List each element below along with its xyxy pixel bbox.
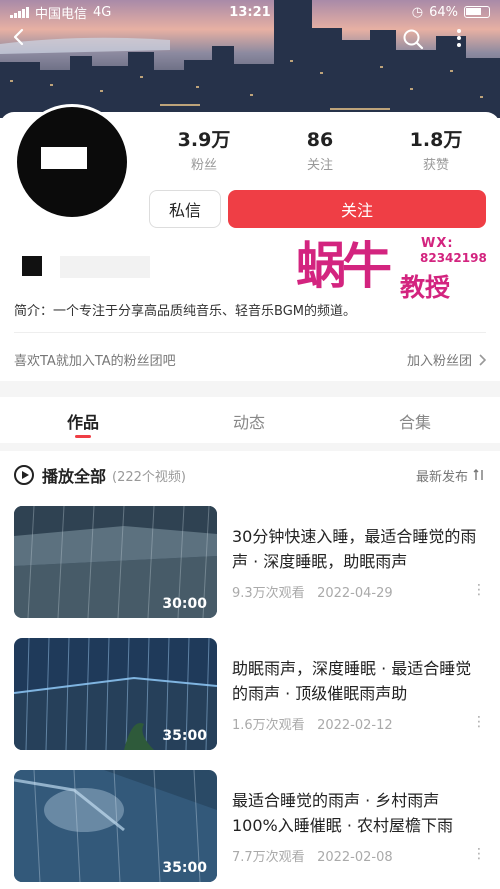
stat-likes[interactable]: 1.8万 获赞 [378,128,494,173]
alarm-icon: ◷ [411,4,424,20]
video-views: 9.3万次观看 [232,586,305,601]
back-arrow-icon[interactable] [10,28,46,64]
tab-activity[interactable]: 动态 [166,397,332,443]
video-duration: 35:00 [162,860,207,876]
video-duration: 30:00 [162,596,207,612]
more-vertical-icon[interactable]: ⋮ [472,846,486,864]
video-date: 2022-02-12 [317,718,393,733]
chevron-right-icon [479,353,486,366]
play-circle-icon[interactable] [14,465,34,485]
more-vertical-icon[interactable]: ⋮ [472,714,486,732]
stat-following[interactable]: 86 关注 [262,128,378,173]
username-blur [60,256,150,278]
tab-collections[interactable]: 合集 [332,397,498,443]
tab-works[interactable]: 作品 [0,397,166,443]
stat-value: 1.8万 [409,129,463,151]
video-views: 1.6万次观看 [232,718,305,733]
video-thumbnail[interactable]: 35:00 [14,638,217,750]
fans-group-join: 加入粉丝团 [407,350,486,369]
divider [14,332,486,333]
video-thumbnail[interactable]: 35:00 [14,770,217,882]
search-icon[interactable] [402,28,438,64]
profile-bio: 简介：一个专注于分享高品质纯音乐、轻音乐BGM的频道。 [14,304,356,319]
play-all-button[interactable]: 播放全部 [42,463,106,487]
watermark-wx: WX: [421,236,454,251]
sort-icon [473,469,483,480]
carrier-name: 中国电信 [35,6,88,22]
video-title[interactable]: 最适合睡觉的雨声 · 乡村雨声100%入睡催眠 · 农村屋檐下雨 [232,788,484,838]
stat-label: 获赞 [422,158,449,173]
status-bar: 中国电信 4G 13:21 ◷ 64% [0,0,500,24]
follow-button[interactable]: 关注 [228,190,486,228]
video-item[interactable]: 35:00 最适合睡觉的雨声 · 乡村雨声100%入睡催眠 · 农村屋檐下雨 7… [14,770,486,882]
avatar[interactable] [14,104,130,220]
stat-label: 关注 [306,158,333,173]
message-button[interactable]: 私信 [149,190,221,228]
more-vertical-icon[interactable]: ⋮ [472,582,486,600]
battery-percent: 64% [429,4,458,20]
signal-icon [10,6,29,18]
watermark: 蜗牛 WX: 82342198 教授 [296,234,496,304]
network-type: 4G [93,4,112,20]
video-meta: 9.3万次观看 2022-04-29 [232,582,393,601]
video-thumbnail[interactable]: 30:00 [14,506,217,618]
video-duration: 35:00 [162,728,207,744]
video-title[interactable]: 30分钟快速入睡，最适合睡觉的雨声 · 深度睡眠，助眠雨声 [232,524,484,574]
video-meta: 7.7万次观看 2022-02-08 [232,846,393,865]
video-date: 2022-02-08 [317,850,393,865]
stat-value: 86 [306,129,334,151]
status-time: 13:21 [229,4,271,20]
top-nav [0,28,500,64]
video-item[interactable]: 35:00 助眠雨声，深度睡眠 · 最适合睡觉的雨声 · 顶级催眠雨声助 1.6… [14,638,486,750]
video-item[interactable]: 30:00 30分钟快速入睡，最适合睡觉的雨声 · 深度睡眠，助眠雨声 9.3万… [14,506,486,618]
more-vertical-icon[interactable] [456,28,492,64]
username-redacted [22,256,42,276]
video-views: 7.7万次观看 [232,850,305,865]
sort-button[interactable]: 最新发布 [416,466,486,485]
stat-value: 3.9万 [177,129,231,151]
video-title[interactable]: 助眠雨声，深度睡眠 · 最适合睡觉的雨声 · 顶级催眠雨声助 [232,656,484,706]
fans-group-text: 喜欢TA就加入TA的粉丝团吧 [14,354,176,369]
play-all-row: 播放全部 (222个视频) 最新发布 [14,462,486,488]
content-tabs: 作品 动态 合集 [0,397,500,443]
watermark-small: 教授 [400,273,451,302]
fans-group-row[interactable]: 喜欢TA就加入TA的粉丝团吧 加入粉丝团 [14,350,486,369]
watermark-big: 蜗牛 [296,237,392,295]
fans-group-join-label[interactable]: 加入粉丝团 [407,350,472,369]
sort-label: 最新发布 [415,469,468,485]
profile-stats: 3.9万 粉丝 86 关注 1.8万 获赞 [146,128,496,173]
video-date: 2022-04-29 [317,586,393,601]
video-count: (222个视频) [112,469,186,485]
section-gap [0,443,500,451]
stat-fans[interactable]: 3.9万 粉丝 [146,128,262,173]
section-gap [0,381,500,397]
video-meta: 1.6万次观看 2022-02-12 [232,714,393,733]
watermark-number: 82342198 [420,251,487,265]
battery-icon [464,6,490,18]
stat-label: 粉丝 [190,158,217,173]
profile-banner: 中国电信 4G 13:21 ◷ 64% [0,0,500,118]
